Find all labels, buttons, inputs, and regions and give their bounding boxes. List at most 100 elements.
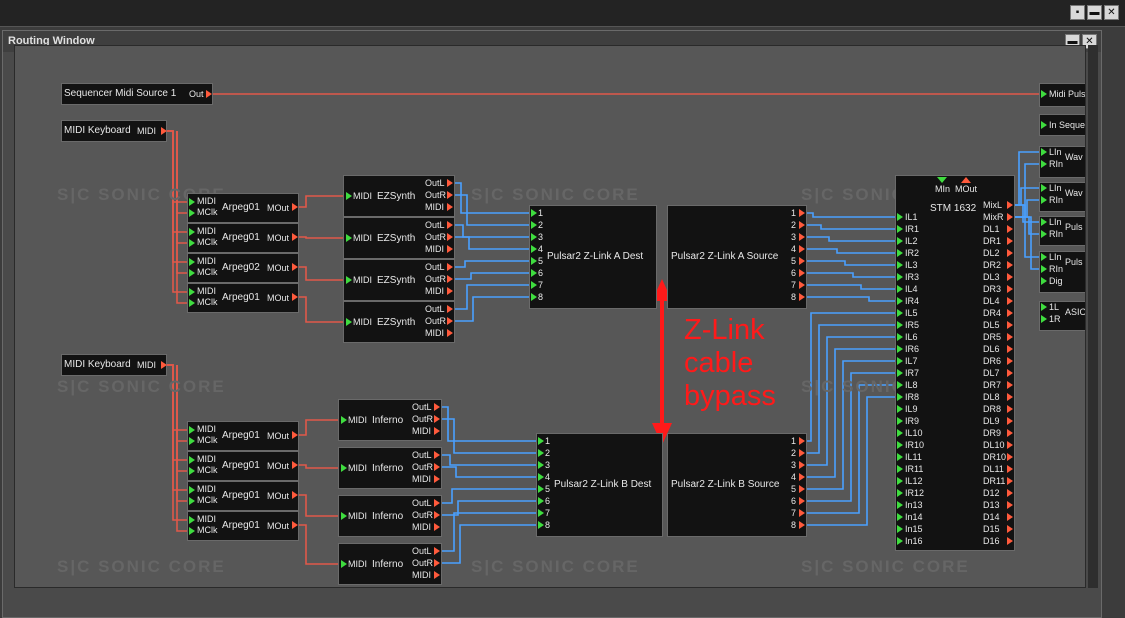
input-pin[interactable] bbox=[346, 192, 352, 200]
input-pin[interactable] bbox=[341, 560, 347, 568]
input-pin[interactable] bbox=[189, 209, 195, 217]
output-pin[interactable] bbox=[434, 451, 440, 459]
output-pin[interactable] bbox=[1007, 489, 1013, 497]
output-pin[interactable] bbox=[1007, 417, 1013, 425]
input-pin[interactable] bbox=[1041, 196, 1047, 204]
input-pin[interactable] bbox=[1041, 265, 1047, 273]
input-pin[interactable] bbox=[897, 489, 903, 497]
input-pin[interactable] bbox=[897, 537, 903, 545]
output-pin[interactable] bbox=[447, 275, 453, 283]
output-pin[interactable] bbox=[434, 403, 440, 411]
input-pin[interactable] bbox=[1041, 230, 1047, 238]
output-pin[interactable] bbox=[447, 317, 453, 325]
output-pin[interactable] bbox=[1007, 429, 1013, 437]
output-pin[interactable] bbox=[799, 461, 805, 469]
output-pin[interactable] bbox=[1007, 441, 1013, 449]
output-pin[interactable] bbox=[1007, 453, 1013, 461]
input-pin[interactable] bbox=[538, 497, 544, 505]
audio-cable[interactable] bbox=[806, 284, 897, 290]
input-pin[interactable] bbox=[346, 276, 352, 284]
output-pin[interactable] bbox=[434, 463, 440, 471]
output-pin[interactable] bbox=[292, 233, 298, 241]
input-pin[interactable] bbox=[538, 509, 544, 517]
input-pin[interactable] bbox=[897, 285, 903, 293]
input-pin[interactable] bbox=[189, 527, 195, 535]
output-pin[interactable] bbox=[434, 475, 440, 483]
input-pin[interactable] bbox=[531, 257, 537, 265]
output-pin[interactable] bbox=[434, 499, 440, 507]
output-pin[interactable] bbox=[292, 293, 298, 301]
output-pin[interactable] bbox=[1007, 249, 1013, 257]
output-pin[interactable] bbox=[447, 329, 453, 337]
output-pin[interactable] bbox=[447, 287, 453, 295]
midi-cable[interactable] bbox=[298, 464, 341, 469]
output-pin[interactable] bbox=[1007, 345, 1013, 353]
input-pin[interactable] bbox=[346, 234, 352, 242]
input-pin[interactable] bbox=[897, 429, 903, 437]
input-pin[interactable] bbox=[189, 228, 195, 236]
input-pin[interactable] bbox=[531, 293, 537, 301]
audio-cable[interactable] bbox=[436, 512, 538, 552]
output-pin[interactable] bbox=[434, 427, 440, 435]
audio-cable[interactable] bbox=[806, 248, 897, 254]
input-pin[interactable] bbox=[1041, 253, 1047, 261]
input-pin[interactable] bbox=[897, 297, 903, 305]
output-pin[interactable] bbox=[292, 263, 298, 271]
input-pin[interactable] bbox=[897, 417, 903, 425]
input-pin[interactable] bbox=[346, 318, 352, 326]
input-pin[interactable] bbox=[341, 512, 347, 520]
output-pin[interactable] bbox=[1007, 321, 1013, 329]
output-pin[interactable] bbox=[1007, 261, 1013, 269]
input-pin[interactable] bbox=[538, 437, 544, 445]
output-pin[interactable] bbox=[206, 90, 212, 98]
output-pin[interactable] bbox=[799, 245, 805, 253]
midi-cable[interactable] bbox=[298, 296, 346, 323]
input-pin[interactable] bbox=[1041, 315, 1047, 323]
audio-cable[interactable] bbox=[1013, 216, 1041, 235]
output-pin[interactable] bbox=[799, 437, 805, 445]
output-pin[interactable] bbox=[799, 293, 805, 301]
input-pin[interactable] bbox=[897, 465, 903, 473]
input-pin[interactable] bbox=[1041, 218, 1047, 226]
vertical-scrollbar[interactable] bbox=[1088, 45, 1098, 588]
input-pin[interactable] bbox=[897, 249, 903, 257]
input-pin[interactable] bbox=[538, 485, 544, 493]
output-pin[interactable] bbox=[1007, 501, 1013, 509]
audio-cable[interactable] bbox=[1013, 199, 1041, 218]
midi-cable[interactable] bbox=[298, 195, 346, 208]
output-pin[interactable] bbox=[1007, 237, 1013, 245]
output-pin[interactable] bbox=[292, 431, 298, 439]
output-pin[interactable] bbox=[434, 415, 440, 423]
input-pin[interactable] bbox=[189, 437, 195, 445]
output-pin[interactable] bbox=[447, 203, 453, 211]
input-pin[interactable] bbox=[531, 281, 537, 289]
output-pin[interactable] bbox=[292, 461, 298, 469]
audio-cable[interactable] bbox=[806, 212, 897, 218]
midi-cable[interactable] bbox=[176, 131, 187, 304]
output-pin[interactable] bbox=[799, 269, 805, 277]
audio-cable[interactable] bbox=[449, 236, 531, 250]
input-pin[interactable] bbox=[538, 449, 544, 457]
input-pin[interactable] bbox=[189, 288, 195, 296]
output-pin[interactable] bbox=[447, 263, 453, 271]
output-pin[interactable] bbox=[1007, 225, 1013, 233]
output-pin[interactable] bbox=[799, 521, 805, 529]
audio-cable[interactable] bbox=[806, 272, 897, 278]
output-pin[interactable] bbox=[1007, 513, 1013, 521]
output-pin[interactable] bbox=[434, 547, 440, 555]
output-pin[interactable] bbox=[1007, 381, 1013, 389]
input-pin[interactable] bbox=[189, 486, 195, 494]
output-pin[interactable] bbox=[1007, 273, 1013, 281]
output-pin[interactable] bbox=[799, 485, 805, 493]
input-pin[interactable] bbox=[531, 209, 537, 217]
input-pin[interactable] bbox=[1041, 160, 1047, 168]
output-pin[interactable] bbox=[447, 191, 453, 199]
input-pin[interactable] bbox=[897, 513, 903, 521]
output-pin[interactable] bbox=[1007, 297, 1013, 305]
output-pin[interactable] bbox=[1007, 465, 1013, 473]
input-pin[interactable] bbox=[897, 309, 903, 317]
output-pin[interactable] bbox=[1007, 525, 1013, 533]
output-pin[interactable] bbox=[292, 521, 298, 529]
audio-cable[interactable] bbox=[449, 260, 531, 268]
output-pin[interactable] bbox=[1007, 357, 1013, 365]
